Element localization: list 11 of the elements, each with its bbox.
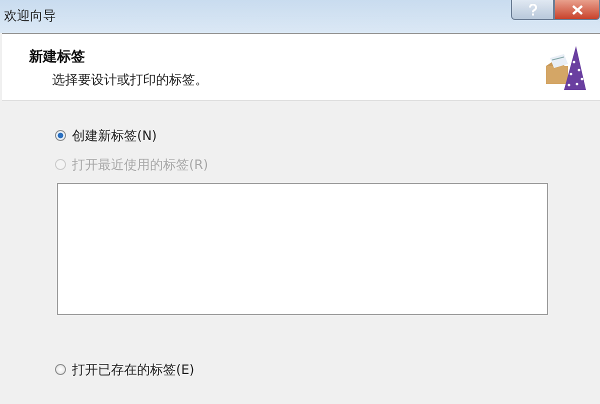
- close-button[interactable]: [554, 0, 600, 20]
- option-label[interactable]: 打开已存在的标签(E): [72, 360, 194, 378]
- close-icon: [572, 4, 582, 14]
- radio-button[interactable]: [55, 364, 66, 375]
- option-label[interactable]: 创建新标签(N): [72, 126, 157, 144]
- page-title: 新建标签: [29, 48, 86, 66]
- help-icon: [528, 4, 538, 16]
- window-title: 欢迎向导: [3, 8, 56, 25]
- page-subtitle: 选择要设计或打印的标签。: [51, 72, 208, 89]
- radio-button[interactable]: [55, 130, 66, 141]
- help-button[interactable]: [511, 0, 554, 20]
